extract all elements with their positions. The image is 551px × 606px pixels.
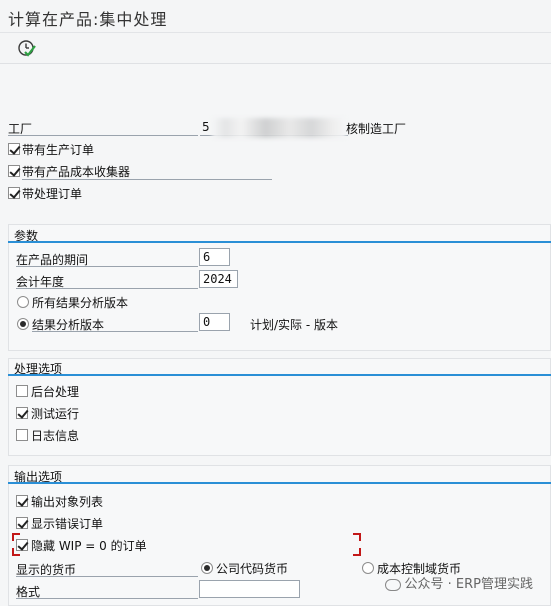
parameters-group-line (8, 241, 551, 243)
background-processing-label: 后台处理 (31, 385, 80, 399)
output-options-line (8, 482, 551, 484)
currency-label-underline (16, 576, 198, 577)
processing-options-line (8, 374, 551, 376)
period-label-underline (16, 266, 198, 267)
test-run-label: 测试运行 (31, 407, 80, 421)
output-object-list-checkbox[interactable] (16, 495, 28, 507)
all-ra-versions-radio[interactable] (17, 296, 29, 308)
log-messages-checkbox[interactable] (16, 429, 28, 441)
plant-name-text: 核制造工厂 (346, 122, 407, 136)
highlight-corner-tr (353, 533, 361, 541)
ra-version-description: 计划/实际 - 版本 (250, 318, 339, 332)
ra-version-input[interactable]: 0 (199, 313, 230, 331)
company-code-currency-radio[interactable] (201, 562, 213, 574)
show-error-orders-checkbox[interactable] (16, 517, 28, 529)
with-production-order-checkbox[interactable] (8, 143, 20, 155)
with-process-order-label: 带处理订单 (22, 187, 83, 201)
watermark: 公众号 · ERP管理实践 (384, 573, 533, 592)
format-label-underline (16, 598, 198, 599)
with-cost-collector-checkbox[interactable] (8, 165, 20, 177)
ra-version-underline (32, 331, 198, 332)
wechat-icon (384, 578, 401, 591)
company-code-currency-label: 公司代码货币 (216, 562, 289, 576)
cost-collector-underline (22, 179, 272, 180)
period-input[interactable]: 6 (199, 248, 230, 266)
processing-options-group (8, 358, 551, 456)
fiscal-year-input[interactable]: 2024 (199, 270, 238, 288)
page-title: 计算在产品:集中处理 (8, 10, 168, 29)
with-cost-collector-label: 带有产品成本收集器 (22, 165, 131, 179)
execute-clock-check-icon (18, 40, 36, 57)
execute-button[interactable] (16, 37, 38, 59)
log-messages-label: 日志信息 (31, 429, 80, 443)
test-run-checkbox[interactable] (16, 407, 28, 419)
with-production-order-label: 带有生产订单 (22, 143, 95, 157)
highlight-corner-br (353, 548, 361, 556)
show-error-orders-label: 显示错误订单 (31, 517, 104, 531)
background-processing-checkbox[interactable] (16, 385, 28, 397)
highlight-corner-tl (12, 533, 20, 541)
plant-input[interactable]: 5 (202, 120, 210, 134)
ra-version-radio[interactable] (17, 318, 29, 330)
plant-label-underline (8, 135, 198, 136)
co-area-currency-radio[interactable] (362, 562, 374, 574)
highlight-corner-bl (12, 548, 20, 556)
format-input[interactable] (199, 580, 300, 598)
with-process-order-checkbox[interactable] (8, 187, 20, 199)
all-ra-versions-label: 所有结果分析版本 (32, 296, 129, 310)
hide-wip-zero-label: 隐藏 WIP = 0 的订单 (31, 539, 147, 553)
watermark-text: 公众号 · ERP管理实践 (404, 577, 533, 592)
toolbar (0, 33, 551, 64)
output-object-list-label: 输出对象列表 (31, 495, 104, 509)
fiscal-year-label-underline (16, 288, 198, 289)
redacted-plant-name (212, 118, 346, 138)
